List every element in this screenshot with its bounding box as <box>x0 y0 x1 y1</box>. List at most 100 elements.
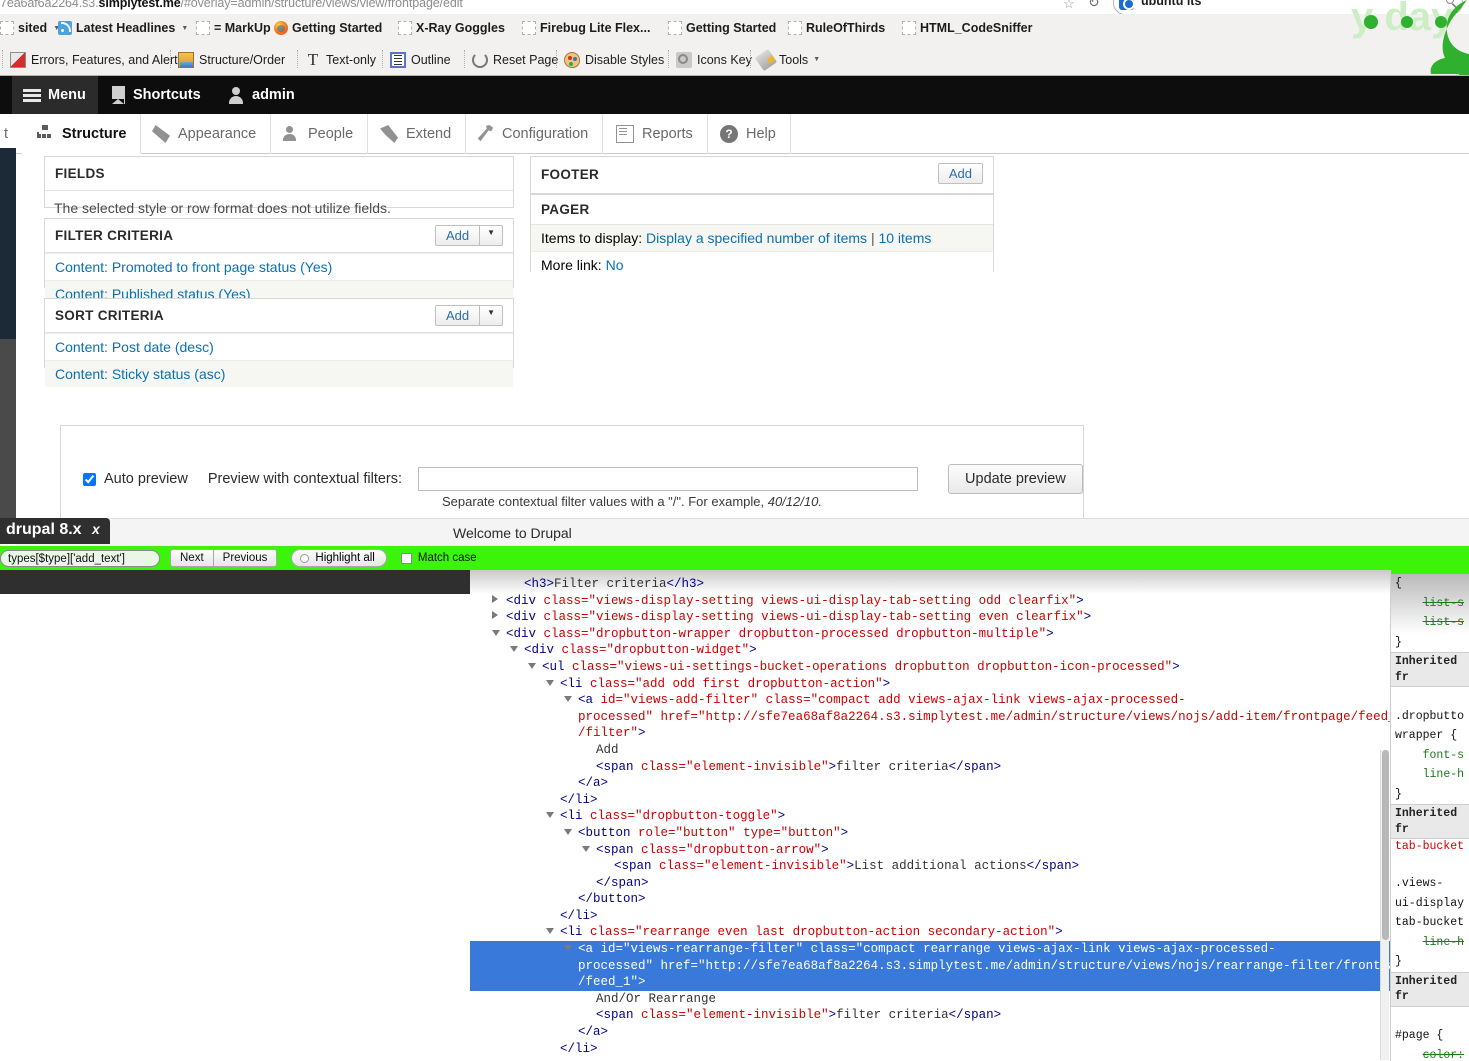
html-tree-line[interactable]: <li class="add odd first dropbutton-acti… <box>470 676 1390 693</box>
twisty-open-icon[interactable] <box>546 812 554 819</box>
bookmark-item[interactable]: Getting Started <box>668 18 776 38</box>
html-pane-scrollbar[interactable] <box>1380 750 1389 1060</box>
twisty-open-icon[interactable] <box>510 646 518 653</box>
html-tree-line[interactable]: <span class="element-invisible">filter c… <box>470 759 1390 776</box>
filter-criteria-dropbutton-arrow[interactable]: ▼ <box>480 225 503 246</box>
drupal-tab-configuration[interactable]: Configuration <box>462 114 604 154</box>
drupal-tab-help[interactable]: ? Help <box>706 114 791 154</box>
toolbar-shortcuts-button[interactable]: Shortcuts <box>112 76 201 114</box>
webdev-tool-item[interactable]: T Text-only <box>297 50 376 69</box>
bookmark-item[interactable]: = MarkUp <box>196 18 271 38</box>
twisty-open-icon[interactable] <box>564 696 572 703</box>
webdev-tool-item[interactable]: Reset Page <box>464 50 558 69</box>
webdev-tool-item[interactable]: Errors, Features, and Alerts <box>2 50 184 69</box>
html-tree-line[interactable]: </li> <box>470 792 1390 809</box>
twisty-open-icon[interactable] <box>492 629 500 636</box>
html-tree-line[interactable]: <span class="element-invisible">filter c… <box>470 1007 1390 1024</box>
html-tree-line[interactable]: <li class="rearrange even last dropbutto… <box>470 924 1390 941</box>
webdev-tool-item[interactable]: Structure/Order <box>170 50 285 69</box>
filter-criteria-add-dropbutton[interactable]: Add ▼ <box>434 225 503 246</box>
filter-criteria-add-button[interactable]: Add <box>434 225 481 246</box>
reload-icon[interactable]: ↻ <box>1088 0 1100 11</box>
webdev-tool-item[interactable]: Icons Key <box>668 50 752 69</box>
css-source-link[interactable]: tab-bucket <box>1391 839 1469 855</box>
html-tree-line[interactable]: </li> <box>470 1041 1390 1058</box>
drupal-tab-reports[interactable]: Reports <box>602 114 708 154</box>
filter-criteria-row[interactable]: Content: Promoted to front page status (… <box>45 253 513 280</box>
bookmark-item[interactable]: Getting Started <box>274 18 382 38</box>
pager-items-count-link[interactable]: 10 items <box>878 230 931 246</box>
twisty-closed-icon[interactable] <box>492 594 498 603</box>
html-tree-line[interactable]: <div class="dropbutton-wrapper dropbutto… <box>470 626 1390 643</box>
html-tree-line[interactable]: /filter"> <box>470 725 1390 742</box>
html-inspector-tree[interactable]: <h3>Filter criteria</h3> <div class="view… <box>470 576 1390 1061</box>
html-tree-line[interactable]: </button> <box>470 891 1390 908</box>
html-tree-line[interactable]: <div class="views-display-setting views-… <box>470 609 1390 626</box>
html-tree-line[interactable]: Add <box>470 742 1390 759</box>
sort-criteria-dropbutton-arrow[interactable]: ▼ <box>480 305 503 326</box>
chevron-down-icon[interactable]: ▼ <box>813 56 820 63</box>
twisty-open-icon[interactable] <box>582 845 590 852</box>
pager-items-value-link[interactable]: Display a specified number of items <box>646 230 867 246</box>
html-pane-scroll-thumb[interactable] <box>1382 750 1389 940</box>
html-tree-line[interactable]: <div class="dropbutton-widget"> <box>470 642 1390 659</box>
bookmark-item[interactable]: RuleOfThirds <box>788 18 885 38</box>
sort-criteria-row[interactable]: Content: Post date (desc) <box>45 333 513 360</box>
html-tree-line[interactable]: </a> <box>470 775 1390 792</box>
html-tree-line[interactable]: processed" href="http://sfe7ea68af8a2264… <box>470 957 1390 975</box>
pager-items-row[interactable]: Items to display: Display a specified nu… <box>531 225 993 251</box>
twisty-open-icon[interactable] <box>546 928 554 935</box>
sort-criteria-row[interactable]: Content: Sticky status (asc) <box>45 360 513 387</box>
find-next-button[interactable]: Next <box>170 549 214 567</box>
html-tree-line[interactable]: </li> <box>470 908 1390 925</box>
drupal-version-badge[interactable]: drupal 8.x x <box>0 518 110 544</box>
twisty-closed-icon[interactable] <box>492 611 498 620</box>
html-tree-line[interactable]: <span class="element-invisible">List add… <box>470 858 1390 875</box>
html-tree-line[interactable]: </span> <box>470 875 1390 892</box>
footer-add-button[interactable]: Add <box>937 163 983 184</box>
html-tree-line[interactable]: <span class="dropbutton-arrow"> <box>470 842 1390 859</box>
html-tree-line[interactable]: /feed_1"> <box>470 974 1390 991</box>
twisty-open-icon[interactable] <box>546 679 554 686</box>
drupal-tab-structure[interactable]: Structure <box>22 114 142 154</box>
bookmark-item[interactable]: Latest Headlines ▼ <box>58 18 188 38</box>
contextual-filters-input[interactable] <box>418 467 919 491</box>
css-styles-panel[interactable]: { list-s list-s} Inherited fr .dropbutto w… <box>1390 570 1469 1061</box>
html-tree-line[interactable]: And/Or Rearrange <box>470 991 1390 1008</box>
search-magnifier-icon[interactable] <box>1446 0 1454 4</box>
toolbar-menu-button[interactable]: Menu <box>12 76 98 114</box>
webdev-tool-item[interactable]: Tools ▼ <box>750 48 820 71</box>
html-tree-line[interactable]: <ul class="views-ui-settings-bucket-oper… <box>470 659 1390 676</box>
find-previous-button[interactable]: Previous <box>213 549 278 567</box>
sort-criteria-add-button[interactable]: Add <box>434 305 481 326</box>
sort-criteria-add-dropbutton[interactable]: Add ▼ <box>434 305 503 326</box>
twisty-open-icon[interactable] <box>528 662 536 669</box>
html-tree-line[interactable]: processed" href="http://sfe7ea68af8a2264… <box>470 709 1390 726</box>
search-box[interactable]: ubuntu lts <box>1113 0 1463 14</box>
close-icon[interactable]: x <box>92 521 100 537</box>
sort-criteria-row-link[interactable]: Content: Sticky status (asc) <box>55 366 225 382</box>
footer-add-dropbutton[interactable]: Add <box>937 163 983 184</box>
url-bar[interactable]: 7ea6af6a2264.s3.simplytest.me/#overlay=a… <box>0 0 1469 14</box>
html-tree-line[interactable]: <h3>Filter criteria</h3> <box>470 576 1390 593</box>
filter-criteria-row-link[interactable]: Content: Promoted to front page status (… <box>55 259 332 275</box>
webdev-tool-item[interactable]: Disable Styles <box>556 50 664 69</box>
bookmark-item[interactable]: Firebug Lite Flex... <box>522 18 650 38</box>
webdev-tool-item[interactable]: Outline <box>382 50 451 69</box>
search-input-value[interactable]: ubuntu lts <box>1141 0 1201 8</box>
bookmark-item[interactable]: sited ▼ <box>0 18 60 38</box>
sort-criteria-row-link[interactable]: Content: Post date (desc) <box>55 339 214 355</box>
auto-preview-checkbox[interactable] <box>83 472 96 486</box>
html-tree-line[interactable]: </a> <box>470 1024 1390 1041</box>
html-tree-line[interactable]: <a id="views-add-filter" class="compact … <box>470 692 1390 709</box>
highlight-all-toggle[interactable]: Highlight all <box>291 549 387 567</box>
toolbar-account-button[interactable]: admin <box>228 76 295 114</box>
drupal-tab-extend[interactable]: Extend <box>366 114 467 154</box>
drupal-tab-appearance[interactable]: Appearance <box>138 114 272 154</box>
pager-more-row[interactable]: More link: No <box>531 251 993 278</box>
bookmark-item[interactable]: X-Ray Goggles <box>398 18 505 38</box>
html-tree-line[interactable]: <li class="dropbutton-toggle"> <box>470 808 1390 825</box>
drupal-tab-people[interactable]: People <box>268 114 369 154</box>
match-case-checkbox[interactable]: Match case <box>400 552 477 564</box>
pager-more-value-link[interactable]: No <box>606 257 624 273</box>
